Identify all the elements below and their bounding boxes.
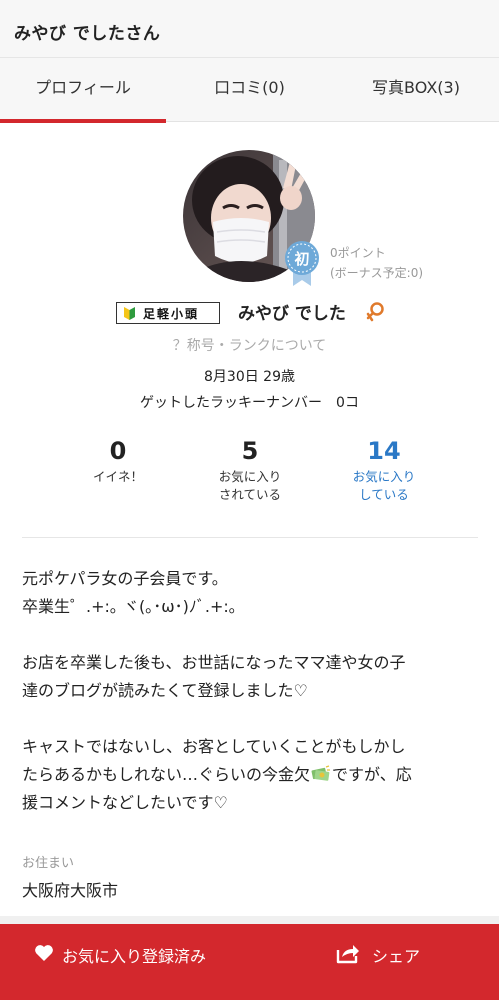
stat-likes-value: 0 — [109, 437, 127, 465]
stat-label-line: されている — [218, 487, 282, 502]
rank-badge: 初 — [284, 240, 320, 288]
active-tab-indicator — [0, 119, 166, 123]
stat-favoriting-link[interactable]: 14 お気に入り している — [314, 436, 454, 504]
user-name: みやび でした — [238, 304, 346, 324]
favorite-button-label: お気に入り登録済み — [62, 947, 207, 966]
bottom-action-bar: お気に入り登録済み シェア — [0, 924, 499, 1000]
residence-value: 大阪府大阪市 — [22, 881, 119, 900]
residence-label: お住まい — [22, 856, 75, 871]
stat-favoriting-label[interactable]: お気に入り している — [314, 468, 454, 504]
tab-profile[interactable]: プロフィール — [0, 58, 166, 122]
favorite-button[interactable]: お気に入り登録済み — [0, 924, 250, 984]
stat-favorited-by: 5 お気に入り されている — [180, 436, 320, 504]
bio-blank-line — [22, 621, 492, 649]
points-info: 0ポイント (ボーナス予定:0) — [330, 243, 423, 283]
stat-favorited-by-value: 5 — [241, 437, 259, 465]
section-separator — [0, 916, 499, 924]
beginner-mark-icon — [123, 306, 136, 325]
lucky-number: ゲットしたラッキーナンバー 0コ — [140, 395, 359, 411]
tab-reviews[interactable]: 口コミ(0) — [166, 58, 333, 122]
share-button-label: シェア — [372, 947, 421, 966]
heart-icon — [34, 944, 54, 966]
bio-line: 達のブログが読みたくて登録しました♡ — [22, 681, 308, 700]
profile-bio: 元ポケパラ女の子会員です。 卒業生゜.+:｡ ヾ(｡･ω･)ﾉﾞ.+:｡ お店を… — [22, 565, 492, 817]
tab-bar: プロフィール 口コミ(0) 写真BOX(3) — [0, 58, 499, 122]
stat-label-line[interactable]: お気に入り — [314, 468, 454, 486]
rank-badge-char: 初 — [294, 250, 309, 268]
stat-label-line[interactable]: している — [314, 486, 454, 504]
money-icon — [311, 764, 331, 792]
stat-favoriting-value[interactable]: 14 — [314, 436, 454, 466]
bio-line: キャストではないし、お客としていくことがもしかし — [22, 737, 406, 756]
title-badge: 足軽小頭 — [116, 302, 220, 324]
page-header: みやび でしたさん — [0, 0, 499, 58]
bio-line-text: たらあるかもしれない…ぐらいの今金欠 — [22, 765, 311, 784]
share-icon — [336, 942, 360, 968]
bio-line-with-icon: たらあるかもしれない…ぐらいの今金欠 ですが、応 — [22, 761, 492, 789]
stat-likes: 0 イイネ！ — [48, 436, 188, 486]
bio-line: お店を卒業した後も、お世話になったママ達や女の子 — [22, 653, 406, 672]
stat-favorited-by-label: お気に入り されている — [180, 468, 320, 504]
birthday-age: 8月30日 29歳 — [204, 369, 295, 385]
bio-line: 元ポケパラ女の子会員です。 — [22, 569, 228, 588]
share-button[interactable]: シェア — [250, 924, 499, 984]
bio-line-text: ですが、応 — [332, 765, 412, 784]
bio-line: 援コメントなどしたいです♡ — [22, 793, 228, 812]
section-divider — [22, 537, 478, 538]
female-icon — [365, 301, 385, 327]
title-badge-text: 足軽小頭 — [143, 307, 200, 321]
bio-blank-line — [22, 705, 492, 733]
page-title: みやび でしたさん — [14, 24, 161, 44]
stat-likes-label: イイネ！ — [92, 469, 143, 484]
bonus-points: (ボーナス予定:0) — [330, 266, 424, 280]
points-value: 0ポイント — [330, 246, 386, 260]
stat-label-line: お気に入り — [218, 469, 282, 484]
rank-info-link[interactable]: ？称号・ランクについて — [0, 335, 499, 355]
tab-photo-box[interactable]: 写真BOX(3) — [333, 58, 499, 122]
bio-line: 卒業生゜.+:｡ ヾ(｡･ω･)ﾉﾞ.+:｡ — [22, 597, 237, 616]
